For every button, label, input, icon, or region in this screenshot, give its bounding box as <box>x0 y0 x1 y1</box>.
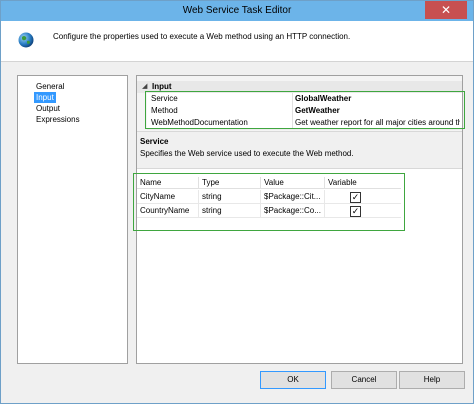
cell-value[interactable]: $Package::Co... <box>261 204 325 218</box>
ok-button[interactable]: OK <box>260 371 326 389</box>
window-title: Web Service Task Editor <box>182 5 292 16</box>
property-value[interactable]: Get weather report for all major cities … <box>295 117 460 129</box>
property-name: Service <box>151 94 178 103</box>
nav-item-input[interactable]: Input <box>34 92 56 103</box>
property-name: Method <box>151 106 178 115</box>
description-text: Specifies the Web service used to execut… <box>140 149 354 158</box>
property-row-webmethoddocumentation[interactable]: WebMethodDocumentation Get weather repor… <box>147 117 462 130</box>
globe-icon <box>18 32 34 48</box>
cell-name[interactable]: CountryName <box>137 204 199 218</box>
cell-type[interactable]: string <box>199 190 261 204</box>
nav-item-output[interactable]: Output <box>34 103 62 114</box>
cell-name[interactable]: CityName <box>137 190 199 204</box>
collapse-icon[interactable]: ◢ <box>142 81 147 93</box>
property-value[interactable]: GetWeather <box>295 105 460 117</box>
description-area: Service Specifies the Web service used t… <box>137 131 462 169</box>
category-row-input[interactable]: ◢ Input <box>137 81 462 93</box>
column-divider <box>292 105 293 117</box>
column-header-type[interactable]: Type <box>199 177 261 189</box>
help-button[interactable]: Help <box>399 371 465 389</box>
column-divider <box>292 93 293 105</box>
dialog-window: Web Service Task Editor ✕ Configure the … <box>0 0 474 404</box>
variable-checkbox[interactable]: ✓ <box>350 192 361 203</box>
nav-item-general[interactable]: General <box>34 81 66 92</box>
close-icon: ✕ <box>440 3 452 17</box>
close-button[interactable]: ✕ <box>425 1 467 19</box>
property-name: WebMethodDocumentation <box>151 118 248 127</box>
nav-item-expressions[interactable]: Expressions <box>34 114 82 125</box>
cell-variable[interactable]: ✓ <box>325 204 401 218</box>
property-grid: ◢ Input Service GlobalWeather Method Get… <box>137 76 462 131</box>
title-bar[interactable]: Web Service Task Editor ✕ <box>1 1 473 21</box>
property-value[interactable]: GlobalWeather <box>295 93 460 105</box>
column-header-variable[interactable]: Variable <box>325 177 401 189</box>
parameters-table: Name Type Value Variable CityName string… <box>137 177 401 229</box>
nav-panel: General Input Output Expressions <box>17 75 128 364</box>
column-header-name[interactable]: Name <box>137 177 199 189</box>
cancel-button[interactable]: Cancel <box>331 371 397 389</box>
cell-variable[interactable]: ✓ <box>325 190 401 204</box>
variable-checkbox[interactable]: ✓ <box>350 206 361 217</box>
header-area: Configure the properties used to execute… <box>1 21 473 62</box>
column-divider <box>292 117 293 129</box>
category-label: Input <box>152 82 172 91</box>
cell-value[interactable]: $Package::Cit... <box>261 190 325 204</box>
cell-type[interactable]: string <box>199 204 261 218</box>
column-header-value[interactable]: Value <box>261 177 325 189</box>
header-description: Configure the properties used to execute… <box>53 32 351 41</box>
description-title: Service <box>140 137 169 146</box>
